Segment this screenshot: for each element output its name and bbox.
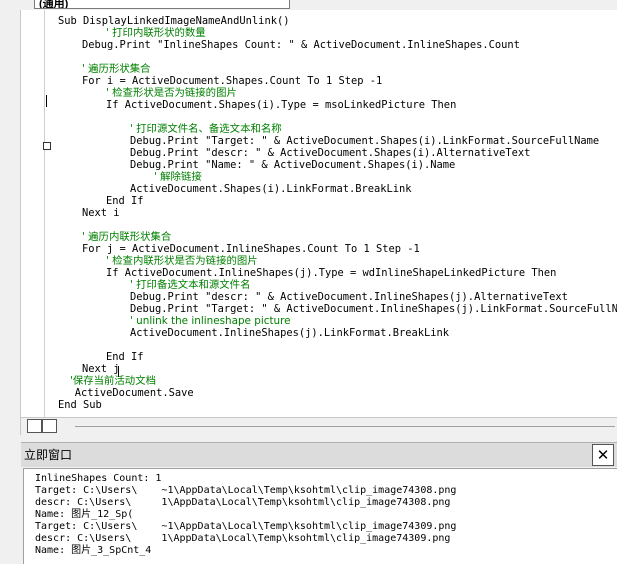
output-line: Name: 图片_3_SpCnt_4 [35, 545, 152, 556]
output-line: Target: C:\Users\ ~1\AppData\Local\Temp\… [35, 521, 457, 532]
code-line: Debug.Print "Target: " & ActiveDocument.… [130, 135, 600, 147]
code-line: ActiveDocument.InlineShapes(j).LinkForma… [130, 327, 450, 339]
procedure-view-icon[interactable] [27, 419, 42, 433]
code-line: Debug.Print "descr: " & ActiveDocument.S… [130, 147, 531, 159]
code-line: ActiveDocument.Shapes(i).LinkFormat.Brea… [130, 183, 412, 195]
mouse-ibeam-icon [46, 95, 47, 107]
code-margin-indicator-bar[interactable] [21, 10, 45, 417]
code-line: Debug.Print "descr: " & ActiveDocument.I… [130, 291, 568, 303]
immediate-window-titlebar [21, 442, 617, 467]
code-line: Sub DisplayLinkedImageNameAndUnlink() [58, 15, 290, 27]
code-line: '保存当前活动文档 [70, 375, 156, 387]
full-module-view-icon[interactable] [42, 419, 57, 433]
code-line: ' 解除链接 [154, 171, 202, 183]
close-icon[interactable]: ✕ [592, 444, 614, 466]
output-line: Target: C:\Users\ ~1\AppData\Local\Temp\… [35, 485, 457, 496]
code-line: ActiveDocument.Save [74, 387, 194, 399]
code-line: Next i [82, 207, 120, 219]
code-line: Debug.Print "Name: " & ActiveDocument.Sh… [130, 159, 456, 171]
code-line: ' 打印备选文本和源文件名 [130, 279, 251, 291]
code-line: Next j [82, 363, 120, 375]
text-caret [118, 366, 119, 377]
code-line: For i = ActiveDocument.Shapes.Count To 1… [82, 75, 383, 87]
code-line: Debug.Print "InlineShapes Count: " & Act… [82, 39, 520, 51]
code-line: If ActiveDocument.InlineShapes(j).Type =… [106, 267, 557, 279]
output-line: descr: C:\Users\ 1\AppData\Local\Temp\ks… [35, 533, 451, 544]
code-line: For j = ActiveDocument.InlineShapes.Coun… [82, 243, 420, 255]
code-line: ' 遍历形状集合 [82, 63, 151, 75]
breakpoint-marker-icon [43, 142, 51, 150]
code-line: ' 检查形状是否为链接的图片 [106, 87, 237, 99]
code-line: If ActiveDocument.Shapes(i).Type = msoLi… [106, 99, 457, 111]
code-line: ' unlink the inlineshape picture [130, 315, 291, 327]
code-line: End Sub [58, 399, 102, 411]
code-line: Debug.Print "Target: " & ActiveDocument.… [130, 303, 617, 315]
code-line: ' 打印内联形状的数量 [106, 27, 206, 39]
code-line: End If [106, 195, 144, 207]
output-line: descr: C:\Users\ 1\AppData\Local\Temp\ks… [35, 497, 451, 508]
horizontal-scrollbar[interactable] [75, 426, 615, 427]
code-line: ' 打印源文件名、备选文本和名称 [130, 123, 282, 135]
output-line: Name: 图片_12_Sp( [35, 509, 134, 520]
output-line: InlineShapes Count: 1 [35, 473, 162, 484]
left-gutter [0, 10, 21, 435]
code-line: ' 遍历内联形状集合 [82, 231, 172, 243]
procedure-dropdown[interactable]: (通用) [34, 0, 290, 9]
code-line: ' 检查内联形状是否为链接的图片 [106, 255, 258, 267]
immediate-window-title: 立即窗口 [24, 448, 73, 462]
code-line: End If [106, 351, 144, 363]
